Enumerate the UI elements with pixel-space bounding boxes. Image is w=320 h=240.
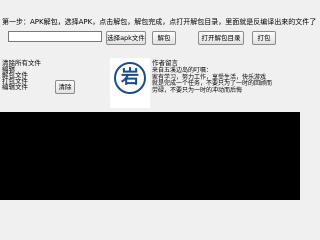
logo-icon: 岩 [114,62,146,94]
author-message-body: 来自五溪边岛的叮嘱： 家有学习，努力工作，享受生活，快乐游戏 就是完成一个任务，… [152,67,273,94]
instructions-text: 第一步：APK解包，选择APK，点击解包，解包完成，点打开解包目录，里面就是反编… [0,0,316,28]
list-item: 编辑文件 [2,83,28,91]
output-console[interactable] [0,112,300,200]
pack-button[interactable]: 打包 [252,31,276,45]
clear-button[interactable]: 清除 [55,80,75,94]
unpack-button[interactable]: 解包 [152,31,176,45]
open-unpack-dir-button[interactable]: 打开解包目录 [198,31,244,45]
author-message-title: 作者留言 [152,59,178,67]
apk-path-input[interactable] [8,31,102,42]
select-apk-button[interactable]: 选择apk文件 [106,31,146,45]
file-list: 编辑 解包文件 打包文件 编辑文件 [2,66,28,91]
